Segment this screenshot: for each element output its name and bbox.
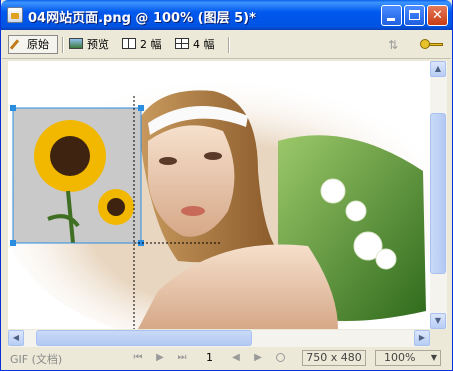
sunflower-small bbox=[98, 189, 134, 225]
two-up-tab[interactable]: 2 幅 bbox=[122, 35, 162, 54]
next-frame-icon[interactable]: ▶ bbox=[252, 352, 264, 364]
zoom-value: 100% bbox=[384, 351, 416, 364]
chevron-down-icon: ▼ bbox=[430, 353, 437, 362]
canvas-artwork bbox=[8, 61, 430, 329]
title-bar[interactable]: 04网站页面.png @ 100% (图层 5)* ✕ bbox=[1, 0, 452, 30]
scroll-right-button[interactable]: ▶ bbox=[414, 330, 430, 346]
status-bar: GIF (文档) ⏮ ▶ ⏭ 1 ◀ ▶ 750 x 480 100% ▼ bbox=[2, 348, 451, 369]
last-frame-icon[interactable]: ⏭ bbox=[176, 352, 188, 364]
right-eye bbox=[204, 152, 222, 160]
vertical-scrollbar[interactable]: ▲ ▼ bbox=[430, 61, 447, 329]
maximize-button[interactable] bbox=[404, 5, 425, 26]
scroll-up-button[interactable]: ▲ bbox=[430, 61, 446, 77]
sunflower-large bbox=[34, 120, 106, 192]
vertical-scroll-thumb[interactable] bbox=[430, 113, 446, 274]
stop-icon[interactable] bbox=[276, 353, 285, 362]
toolbar-divider bbox=[62, 37, 64, 53]
lily-flower bbox=[375, 248, 397, 270]
scroll-corner bbox=[430, 330, 447, 347]
selection-handle[interactable] bbox=[138, 105, 144, 111]
document-format: GIF (文档) bbox=[10, 353, 63, 366]
minimize-button[interactable] bbox=[381, 5, 402, 26]
previous-frame-icon[interactable]: ◀ bbox=[230, 352, 242, 364]
four-up-tab[interactable]: 4 幅 bbox=[175, 35, 215, 54]
left-eye bbox=[159, 157, 177, 165]
preview-label: 预览 bbox=[87, 38, 109, 51]
play-icon[interactable]: ▶ bbox=[154, 352, 166, 364]
sort-arrows-icon[interactable]: ⇅ bbox=[388, 38, 406, 52]
lips bbox=[181, 206, 205, 216]
canvas-size: 750 x 480 bbox=[302, 350, 366, 366]
horizontal-scroll-thumb[interactable] bbox=[36, 330, 252, 346]
document-canvas[interactable] bbox=[8, 61, 430, 329]
maximize-icon bbox=[409, 10, 420, 20]
window-title: 04网站页面.png @ 100% (图层 5)* bbox=[28, 11, 256, 26]
pencil-icon bbox=[9, 39, 20, 50]
first-frame-icon[interactable]: ⏮ bbox=[132, 352, 144, 364]
two-panel-icon bbox=[122, 38, 136, 49]
zoom-select[interactable]: 100% ▼ bbox=[375, 350, 441, 366]
frame-number: 1 bbox=[206, 351, 213, 364]
selection-handle[interactable] bbox=[10, 105, 16, 111]
close-icon: ✕ bbox=[432, 8, 443, 23]
original-tab[interactable]: 原始 bbox=[8, 35, 58, 54]
lily-flower bbox=[320, 178, 346, 204]
toolbar-divider bbox=[228, 37, 230, 53]
two-up-label: 2 幅 bbox=[140, 38, 162, 51]
minimize-icon bbox=[387, 18, 395, 21]
scroll-down-button[interactable]: ▼ bbox=[430, 313, 446, 329]
original-label: 原始 bbox=[27, 38, 49, 51]
key-icon[interactable] bbox=[420, 39, 444, 49]
close-button[interactable]: ✕ bbox=[427, 5, 448, 26]
document-window: 04网站页面.png @ 100% (图层 5)* ✕ 原始 预览 2 幅 4 … bbox=[0, 0, 453, 371]
preview-tab[interactable]: 预览 bbox=[69, 35, 109, 54]
view-toolbar: 原始 预览 2 幅 4 幅 ⇅ bbox=[2, 31, 451, 59]
horizontal-scrollbar[interactable]: ◀ ▶ bbox=[8, 330, 430, 347]
four-up-label: 4 幅 bbox=[193, 38, 215, 51]
fireworks-document-icon[interactable] bbox=[7, 7, 23, 23]
scroll-left-button[interactable]: ◀ bbox=[8, 330, 24, 346]
selection-handle[interactable] bbox=[10, 240, 16, 246]
lily-flower bbox=[345, 200, 367, 222]
image-preview-icon bbox=[69, 38, 83, 49]
four-panel-icon bbox=[175, 38, 189, 49]
